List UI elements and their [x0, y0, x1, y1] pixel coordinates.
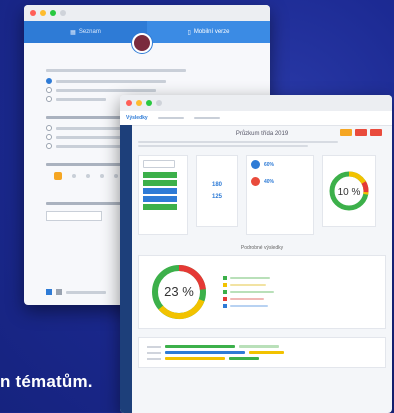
tab-list-label: Seznam	[78, 29, 101, 35]
rating-point[interactable]	[86, 174, 90, 178]
nav-item[interactable]	[157, 117, 184, 119]
print-button[interactable]	[355, 129, 367, 136]
maximize-window-button[interactable]	[146, 100, 152, 106]
question-text	[46, 69, 186, 72]
description-line	[138, 145, 308, 147]
export-button[interactable]	[340, 129, 352, 136]
minimize-window-button[interactable]	[136, 100, 142, 106]
respondent-stats: 180 125	[196, 155, 238, 227]
female-stat: 40%	[251, 177, 309, 186]
male-icon	[251, 160, 260, 169]
stat-value: 125	[211, 194, 222, 200]
option-text	[56, 144, 126, 148]
close-window-button[interactable]	[126, 100, 132, 106]
bar	[143, 172, 177, 178]
bar	[143, 180, 177, 186]
bar-row	[147, 345, 377, 348]
answer-input[interactable]	[46, 211, 102, 221]
female-icon	[251, 177, 260, 186]
tab-list[interactable]: ▦ Seznam	[24, 21, 147, 43]
bar	[143, 204, 177, 210]
tab-mobile[interactable]: ▯ Mobilní verze	[147, 21, 270, 43]
rating-point[interactable]	[100, 174, 104, 178]
legend-item	[223, 297, 274, 301]
donut-value: 10 %	[338, 187, 361, 198]
minimize-window-button[interactable]	[40, 10, 46, 16]
female-percent: 40%	[264, 178, 275, 185]
editor-footer	[46, 289, 106, 295]
filter-select[interactable]	[143, 160, 175, 168]
footer-text	[66, 290, 106, 294]
bar	[143, 188, 177, 194]
maximize-window-button[interactable]	[50, 10, 56, 16]
gender-split: 60% 40%	[246, 155, 314, 235]
answer-option[interactable]	[46, 87, 256, 93]
detail-donut: 23 %	[152, 265, 206, 319]
male-percent: 60%	[264, 161, 275, 168]
legend-item	[223, 283, 274, 287]
completion-donut: 10 %	[329, 171, 369, 211]
settings-button[interactable]	[56, 289, 62, 295]
marketing-caption: n tématům.	[0, 372, 93, 391]
radio-button[interactable]	[46, 87, 52, 93]
summary-row: 180 125 60% 40% 10 %	[138, 155, 386, 235]
survey-description	[138, 141, 386, 147]
phone-icon: ▯	[187, 29, 191, 36]
legend-item	[223, 290, 274, 294]
answer-option[interactable]	[46, 78, 256, 84]
radio-button[interactable]	[46, 134, 52, 140]
legend-item	[223, 304, 274, 308]
bar-row	[147, 357, 377, 360]
sidebar	[120, 125, 132, 413]
radio-button[interactable]	[46, 78, 52, 84]
stat-value: 180	[211, 182, 222, 188]
list-icon: ▦	[70, 29, 76, 36]
add-question-button[interactable]	[46, 289, 52, 295]
answers-breakdown	[138, 155, 188, 235]
donut-value: 23 %	[164, 284, 194, 299]
close-window-button[interactable]	[30, 10, 36, 16]
window-dot	[156, 100, 162, 106]
tab-results[interactable]: Výsledky	[126, 115, 148, 121]
radio-button[interactable]	[46, 143, 52, 149]
completion-card: 10 %	[322, 155, 376, 227]
rating-point[interactable]	[114, 174, 118, 178]
window-titlebar	[120, 95, 392, 111]
tab-mobile-label: Mobilní verze	[193, 29, 230, 35]
results-nav: Výsledky	[120, 111, 392, 126]
survey-results-window: Výsledky Průzkum třída 2019 180 125 60% …	[120, 95, 392, 413]
pdf-button[interactable]	[370, 129, 382, 136]
option-text	[56, 88, 156, 92]
bar	[143, 196, 177, 202]
detail-legend	[223, 273, 274, 311]
bar-row	[147, 351, 377, 354]
option-text	[56, 79, 166, 83]
bar-comparison	[138, 337, 386, 368]
male-stat: 60%	[251, 160, 309, 169]
nav-item[interactable]	[193, 117, 220, 119]
rating-selected[interactable]	[54, 172, 62, 180]
window-titlebar	[24, 5, 270, 21]
export-buttons	[340, 129, 382, 136]
legend-item	[223, 276, 274, 280]
rating-point[interactable]	[72, 174, 76, 178]
results-content: Průzkum třída 2019 180 125 60% 40% 10 % …	[138, 129, 386, 413]
section-title: Podrobné výsledky	[240, 245, 284, 251]
detail-card: 23 %	[138, 255, 386, 329]
radio-button[interactable]	[46, 125, 52, 131]
description-line	[138, 141, 338, 143]
school-logo-avatar	[132, 33, 152, 53]
window-dot	[60, 10, 66, 16]
option-text	[56, 97, 106, 101]
radio-button[interactable]	[46, 96, 52, 102]
